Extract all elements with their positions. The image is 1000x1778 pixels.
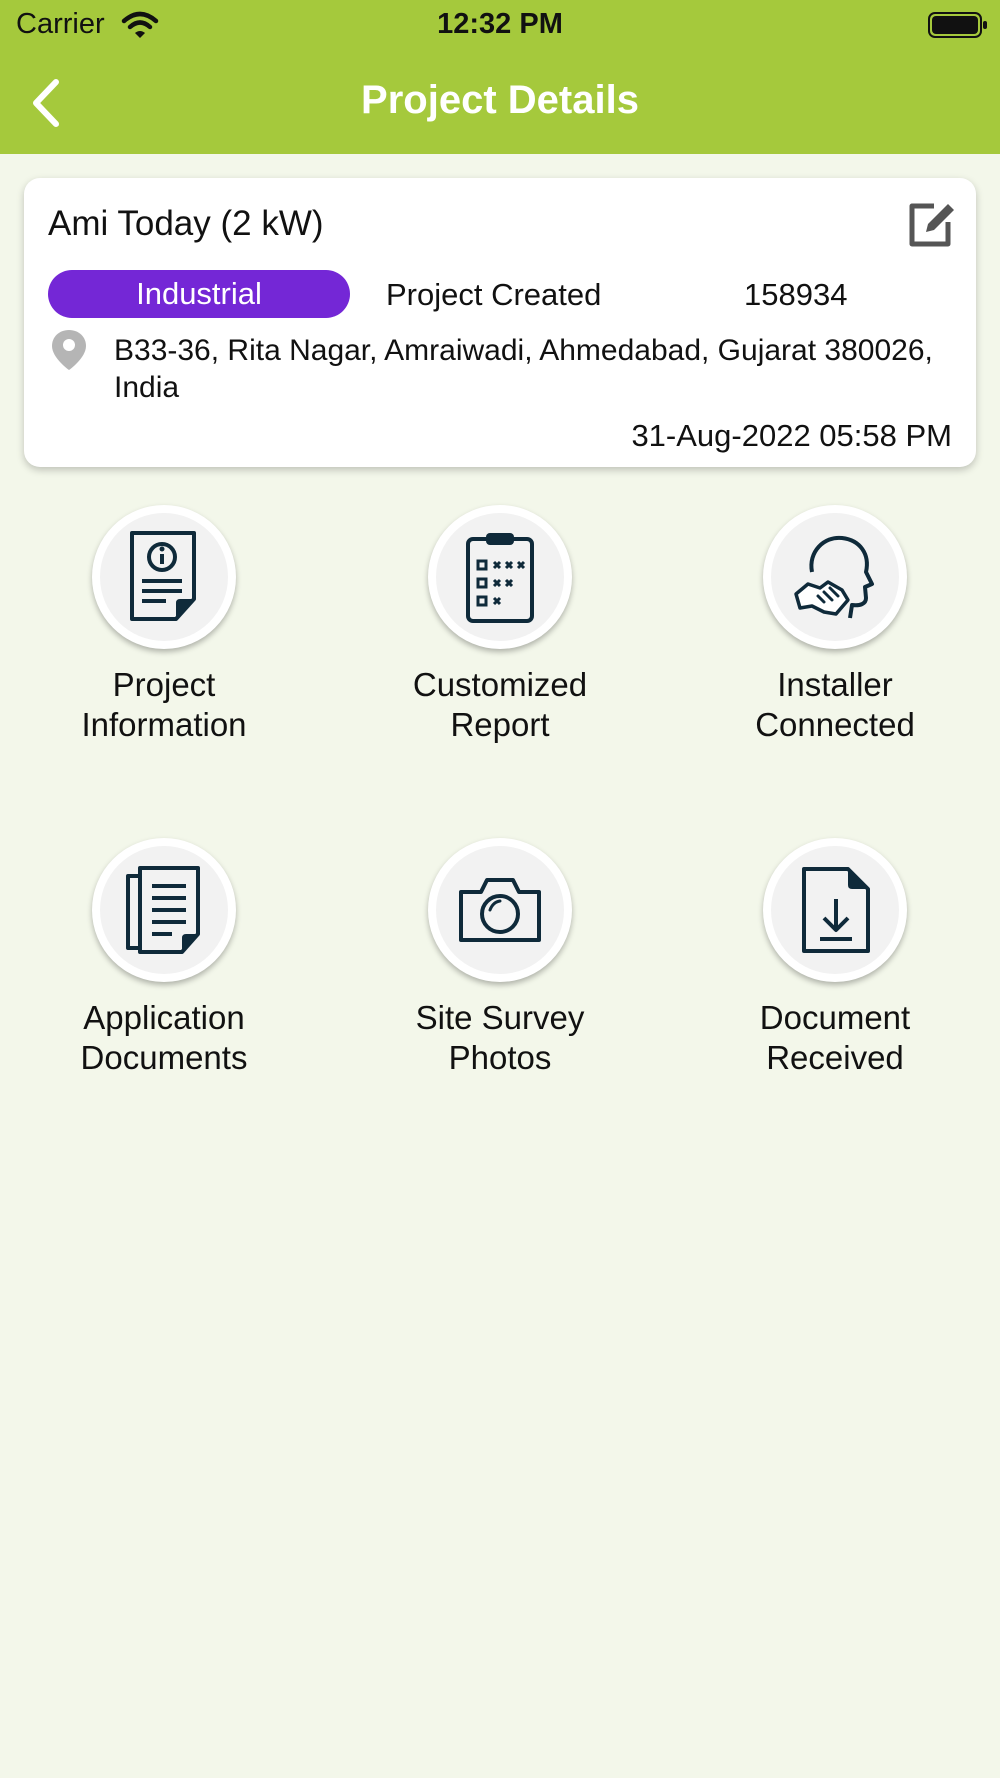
tile-installer-connected[interactable]: Installer Connected — [685, 505, 985, 745]
camera-icon — [459, 878, 541, 942]
tile-label: Site Survey Photos — [415, 999, 585, 1076]
tile-label: Project Information — [81, 666, 247, 743]
info-document-icon — [130, 531, 196, 621]
tile-site-survey-photos[interactable]: Site Survey Photos — [350, 838, 650, 1078]
tile-circle — [428, 838, 572, 982]
project-id: 158934 — [744, 277, 848, 312]
project-date: 31-Aug-2022 05:58 PM — [631, 418, 952, 453]
tile-circle — [428, 505, 572, 649]
tile-circle — [92, 838, 236, 982]
project-name: Ami Today (2 kW) — [48, 204, 324, 243]
document-download-icon — [802, 867, 870, 953]
project-status: Project Created — [386, 277, 602, 312]
location-pin-icon — [52, 330, 86, 370]
battery-icon — [928, 12, 987, 38]
clock-time: 12:32 PM — [437, 8, 563, 40]
handshake-head-icon — [794, 535, 874, 619]
tile-label: Application Documents — [80, 999, 248, 1076]
tile-document-received[interactable]: Document Received — [685, 838, 985, 1078]
tile-label: Customized Report — [412, 666, 588, 743]
status-bar: Carrier 12:32 PM — [0, 0, 1000, 52]
tile-circle — [763, 505, 907, 649]
page-title: Project Details — [361, 78, 639, 122]
tile-circle — [92, 505, 236, 649]
category-badge: Industrial — [48, 270, 350, 318]
tile-application-documents[interactable]: Application Documents — [14, 838, 314, 1078]
tile-circle — [763, 838, 907, 982]
documents-stack-icon — [126, 866, 200, 954]
tile-project-information[interactable]: Project Information — [14, 505, 314, 745]
project-address: B33-36, Rita Nagar, Amraiwadi, Ahmedabad… — [114, 334, 933, 404]
tile-customized-report[interactable]: Customized Report — [350, 505, 650, 745]
tile-label: Document Received — [759, 999, 911, 1076]
edit-icon[interactable] — [904, 198, 956, 250]
tile-label: Installer Connected — [755, 666, 915, 743]
project-summary-card: Ami Today (2 kW) Industrial Project Crea… — [24, 178, 976, 467]
app-header: Carrier 12:32 PM Project Details — [0, 0, 1000, 154]
clipboard-checklist-icon — [466, 533, 534, 623]
